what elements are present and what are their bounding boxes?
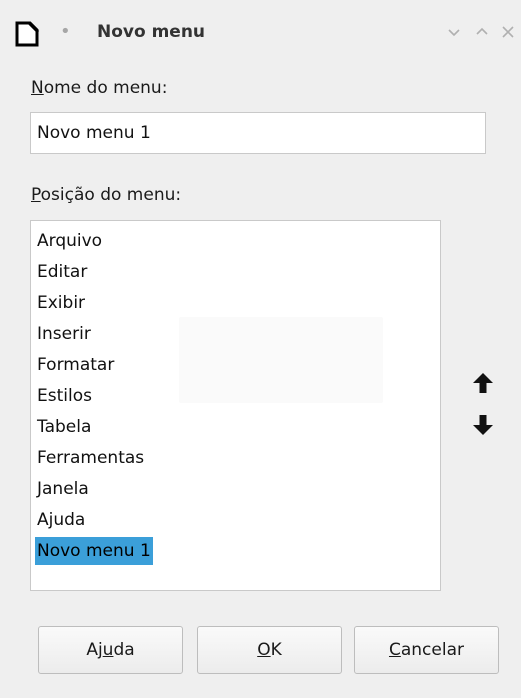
- list-item-formatar[interactable]: Formatar: [37, 351, 114, 379]
- list-item-inserir[interactable]: Inserir: [37, 320, 91, 348]
- list-item-estilos[interactable]: Estilos: [37, 382, 92, 410]
- menu-name-label: Nome do menu:: [31, 78, 168, 98]
- window-title: Novo menu: [97, 22, 206, 42]
- maximize-icon[interactable]: [472, 22, 492, 42]
- list-item-ferramentas[interactable]: Ferramentas: [37, 444, 144, 472]
- menu-position-list[interactable]: Arquivo Editar Exibir Inserir Formatar E…: [30, 220, 441, 591]
- cancel-button[interactable]: Cancelar: [354, 626, 499, 674]
- arrow-up-icon: [473, 373, 493, 393]
- document-icon: [15, 21, 40, 47]
- move-up-button[interactable]: [465, 365, 501, 401]
- list-item-ajuda[interactable]: Ajuda: [37, 506, 85, 534]
- minimize-icon[interactable]: [444, 22, 464, 42]
- move-down-button[interactable]: [465, 407, 501, 443]
- list-item-tabela[interactable]: Tabela: [37, 413, 91, 441]
- title-bar: • Novo menu: [0, 0, 521, 64]
- arrow-down-icon: [473, 415, 493, 435]
- watermark-background: [179, 317, 383, 403]
- title-separator: •: [60, 21, 71, 42]
- help-button[interactable]: Aj u da: [38, 626, 183, 674]
- menu-name-input[interactable]: [30, 112, 486, 154]
- list-item-arquivo[interactable]: Arquivo: [37, 227, 102, 255]
- list-item-editar[interactable]: Editar: [37, 258, 87, 286]
- ok-button[interactable]: OK: [197, 626, 342, 674]
- menu-position-label: Posição do menu:: [31, 185, 182, 205]
- list-item-janela[interactable]: Janela: [37, 475, 89, 503]
- close-icon[interactable]: [498, 22, 518, 42]
- list-item-exibir[interactable]: Exibir: [37, 289, 85, 317]
- list-item-novo-menu-selected[interactable]: Novo menu 1: [35, 537, 153, 565]
